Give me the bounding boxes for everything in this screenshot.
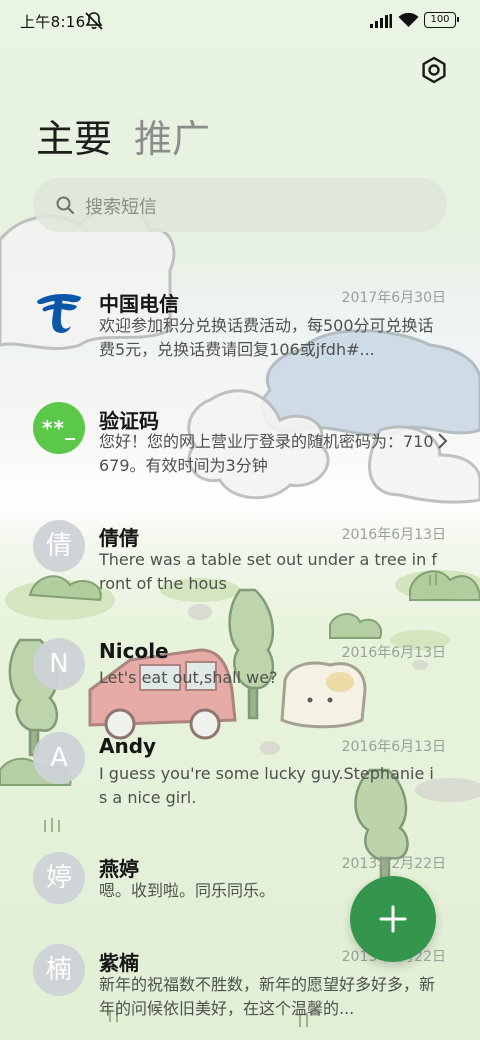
china-telecom-logo [37,293,81,334]
message-preview: There was a table set out under a tree i… [99,550,437,593]
avatar: 楠 [33,944,85,996]
tab-primary[interactable]: 主要 [36,114,112,164]
contact-name: Nicole [99,639,169,663]
avatar: 倩 [33,520,85,572]
message-preview: 新年的祝福数不胜数，新年的愿望好多好多，新年的问候依旧美好，在这个温馨的... [99,975,436,1018]
contact-name: 紫楠 [99,951,139,975]
tab-promotions[interactable]: 推广 [134,114,210,164]
message-date: 2016年6月13日 [341,739,446,755]
message-item-verification-code[interactable]: **_ 验证码 您好！您的网上营业厅登录的随机密码为：710679。有效时间为3… [0,400,480,500]
status-time: 上午8:16 [20,13,86,31]
signal-icon [370,14,392,28]
contact-name: 中国电信 [99,292,179,316]
contact-name: Andy [99,734,157,758]
message-item-china-telecom[interactable]: 中国电信 2017年6月30日 欢迎参加积分兑换话费活动，每500分可兑换话费5… [0,280,480,380]
mute-icon [85,12,103,30]
message-preview: 您好！您的网上营业厅登录的随机密码为：710679。有效时间为3分钟 [99,432,434,475]
chevron-right-icon [438,433,448,449]
settings-button[interactable] [414,50,454,90]
avatar: **_ [33,402,85,454]
search-bar[interactable]: 搜索短信 [33,178,447,232]
contact-name: 倩倩 [99,526,139,550]
message-date: 2016年6月13日 [341,527,446,543]
wifi-icon [398,12,419,27]
message-item-andy[interactable]: A Andy 2016年6月13日 I guess you're some lu… [0,732,480,822]
message-preview: I guess you're some lucky guy.Stephanie … [99,764,434,807]
contact-name: 燕婷 [99,857,139,881]
message-item-qianqian[interactable]: 倩 倩倩 2016年6月13日 There was a table set ou… [0,518,480,608]
plus-icon [379,905,407,933]
status-bar: 上午8:16 100 [0,0,480,40]
message-item-nicole[interactable]: N Nicole 2016年6月13日 Let's eat out,shall … [0,636,480,706]
message-date: 2013年2月22日 [341,856,446,872]
message-date: 2017年6月30日 [341,290,446,306]
search-input[interactable]: 搜索短信 [85,193,157,219]
message-date: 2016年6月13日 [341,645,446,661]
gear-icon [422,56,446,84]
new-message-button[interactable] [350,876,436,962]
avatar: 婷 [33,852,85,904]
tab-bar: 主要 推广 [36,114,232,164]
avatar: A [33,732,85,784]
avatar: N [33,638,85,690]
avatar [33,284,85,336]
battery-icon: 100 [424,12,459,28]
message-preview: 欢迎参加积分兑换话费活动，每500分可兑换话费5元，兑换话费请回复106或jfd… [99,316,434,359]
search-icon [56,196,75,215]
message-preview: Let's eat out,shall we? [99,668,278,687]
